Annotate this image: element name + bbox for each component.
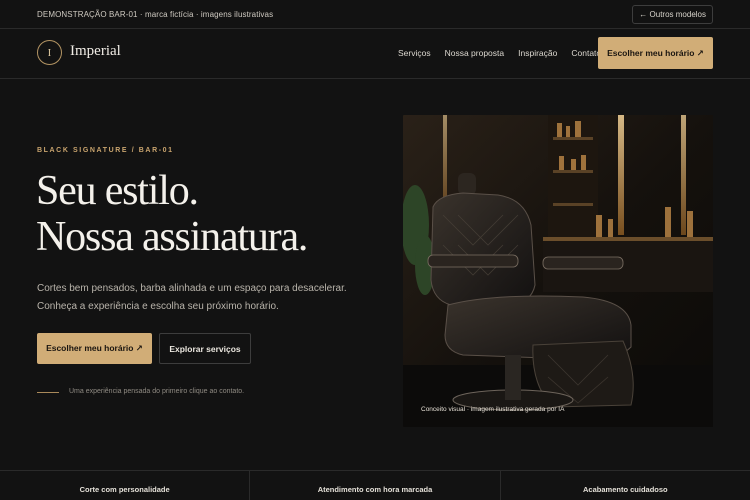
features-strip: Corte com personalidade Atendimento com … — [0, 470, 750, 500]
hero-image: Conceito visual · imagem ilustrativa ger… — [403, 115, 713, 427]
feature-item: Atendimento com hora marcada — [249, 471, 499, 500]
feature-item: Corte com personalidade — [79, 485, 170, 494]
explore-services-button[interactable]: Explorar serviços — [159, 333, 251, 364]
nav-link-servicos[interactable]: Serviços — [398, 48, 431, 58]
logo-letter: I — [47, 46, 52, 59]
other-models-button[interactable]: ← Outros modelos — [632, 4, 713, 24]
demo-notice: DEMONSTRAÇÃO BAR-01 · marca fictícia · i… — [37, 9, 274, 19]
main-nav: Serviços Nossa proposta Inspiração Conta… — [398, 48, 615, 58]
headline-line-1: Seu estilo. — [36, 168, 199, 214]
barber-chair-illustration: Conceito visual · imagem ilustrativa ger… — [403, 115, 713, 427]
book-appointment-button[interactable]: Escolher meu horário ↗ — [598, 37, 713, 69]
hero-book-button[interactable]: Escolher meu horário ↗ — [37, 333, 152, 364]
nav-link-inspiracao[interactable]: Inspiração — [518, 48, 557, 58]
note-divider — [37, 392, 59, 393]
demo-bar: DEMONSTRAÇÃO BAR-01 · marca fictícia · i… — [0, 0, 750, 29]
nav-link-nossa-proposta[interactable]: Nossa proposta — [445, 48, 505, 58]
hero-note: Uma experiência pensada do primeiro cliq… — [69, 388, 245, 395]
headline-line-2: Nossa assinatura. — [36, 214, 308, 260]
site-header: I Imperial Serviços Nossa proposta Inspi… — [0, 29, 750, 79]
image-caption: Conceito visual · imagem ilustrativa ger… — [421, 406, 565, 413]
nav-link-contato[interactable]: Contato — [571, 48, 601, 58]
hero-lead: Cortes bem pensados, barba alinhada e um… — [37, 280, 357, 316]
hero-headline: Seu estilo. Nossa assinatura. — [36, 168, 308, 260]
brand-name[interactable]: Imperial — [70, 43, 121, 60]
logo-icon[interactable]: I — [37, 40, 62, 65]
feature-item: Acabamento cuidadoso — [499, 471, 750, 500]
hero-eyebrow: BLACK SIGNATURE / BAR-01 — [37, 147, 174, 154]
lead-line-1: Cortes bem pensados, barba alinhada e um… — [37, 283, 347, 294]
lead-line-2: Conheça a experiência e escolha seu próx… — [37, 301, 279, 312]
